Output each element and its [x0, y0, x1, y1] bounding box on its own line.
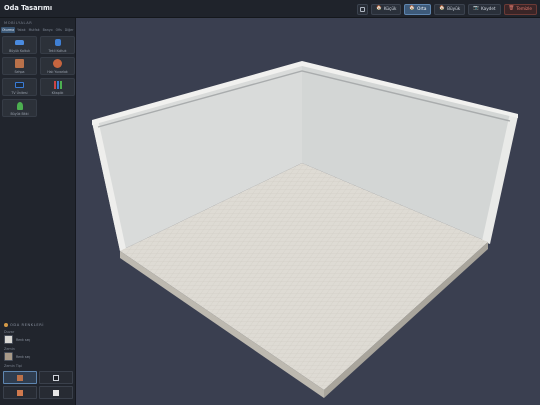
- sidebar: MOBİLYALAR Oturma Yatak Mutfak Banyo Ofi…: [0, 18, 76, 405]
- floor-color-swatch[interactable]: [4, 352, 13, 361]
- plant-icon: [15, 101, 25, 111]
- trash-icon: 🗑: [508, 6, 515, 11]
- floor-label: Zemin: [4, 347, 15, 351]
- texture-dark-option[interactable]: [39, 371, 73, 384]
- wall-color-swatch[interactable]: [4, 335, 13, 344]
- tab-ofis[interactable]: Ofis: [55, 27, 63, 33]
- reset-button[interactable]: 🗑 Temizle: [503, 3, 537, 15]
- tab-banyo[interactable]: Banyo: [42, 27, 54, 33]
- furniture-section-title: MOBİLYALAR: [4, 21, 33, 25]
- save-button[interactable]: 📷 Kaydet: [468, 3, 501, 15]
- wall-color-picker[interactable]: Renk seç: [0, 335, 76, 344]
- furniture-item[interactable]: TV Ünitesi: [2, 78, 37, 96]
- floor-texture-grid: [0, 369, 76, 401]
- save-label: Kaydet: [480, 6, 496, 11]
- tab-mutfak[interactable]: Mutfak: [28, 27, 41, 33]
- size-medium-button[interactable]: 🏠 Orta: [404, 3, 432, 15]
- texture-brick-option[interactable]: [3, 371, 37, 384]
- armchair-icon: [53, 38, 63, 48]
- square-view-button[interactable]: [357, 3, 369, 15]
- square-icon: [360, 6, 366, 12]
- size-small-button[interactable]: 🏠 Küçük: [371, 3, 402, 15]
- brick-swatch: [17, 374, 23, 381]
- furniture-item-label: Büyük Koltuk: [9, 48, 30, 53]
- camera-icon: 📷: [473, 6, 479, 11]
- furniture-item-label: Halı Yuvarlak: [47, 69, 68, 74]
- top-bar: Oda Tasarımı 🏠 Küçük 🏠 Orta 🏠 Büyük 📷 Ka…: [0, 0, 540, 18]
- sofa-icon: [15, 38, 25, 48]
- light-square-swatch: [53, 389, 59, 396]
- size-large-label: Büyük: [447, 6, 461, 11]
- furniture-item[interactable]: Sehpa: [2, 57, 37, 75]
- room-scene: [92, 61, 518, 398]
- floor-color-text: Renk seç: [16, 354, 31, 359]
- palette-icon: [4, 323, 8, 327]
- tab-oturma[interactable]: Oturma: [1, 27, 16, 33]
- wall-color-text: Renk seç: [16, 337, 31, 342]
- app-title: Oda Tasarımı: [4, 4, 53, 12]
- dark-square-swatch: [53, 374, 59, 381]
- size-large-button[interactable]: 🏠 Büyük: [434, 3, 466, 15]
- furniture-item[interactable]: Kitaplık: [40, 78, 75, 96]
- furniture-item[interactable]: Tekli Koltuk: [40, 36, 75, 54]
- furniture-item[interactable]: Büyük Koltuk: [2, 36, 37, 54]
- wall-label: Duvar: [4, 330, 15, 334]
- home-icon: 🏠: [376, 6, 382, 11]
- tab-yatak[interactable]: Yatak: [16, 27, 27, 33]
- texture-tile-option[interactable]: [3, 386, 37, 399]
- books-icon: [53, 80, 63, 90]
- home-icon: 🏠: [409, 6, 416, 11]
- home-icon: 🏠: [439, 6, 446, 11]
- floor-color-picker[interactable]: Renk seç: [0, 352, 76, 361]
- furniture-item-label: Tekli Koltuk: [48, 48, 67, 53]
- rug-icon: [53, 59, 63, 69]
- furniture-item-label: Sehpa: [14, 69, 25, 74]
- furniture-item[interactable]: Büyük Bitki: [2, 99, 37, 117]
- size-medium-label: Orta: [417, 6, 427, 11]
- tv-icon: [15, 80, 25, 90]
- table-icon: [15, 59, 25, 69]
- room-colors-title-text: ODA RENKLERİ: [10, 323, 44, 327]
- size-small-label: Küçük: [383, 6, 397, 11]
- tile-swatch: [17, 389, 23, 396]
- room-colors-panel: ODA RENKLERİ Duvar Renk seç Zemin Renk s…: [0, 323, 76, 401]
- toolbar: 🏠 Küçük 🏠 Orta 🏠 Büyük 📷 Kaydet 🗑 Temizl…: [357, 3, 537, 15]
- furniture-item-label: TV Ünitesi: [11, 90, 28, 95]
- floor-type-label: Zemin Tipi: [4, 364, 22, 368]
- furniture-list: Büyük Koltuk Tekli Koltuk Sehpa Halı Yuv…: [0, 33, 75, 120]
- furniture-item[interactable]: Halı Yuvarlak: [40, 57, 75, 75]
- category-tabs: Oturma Yatak Mutfak Banyo Ofis Diğer: [0, 25, 75, 33]
- texture-light-option[interactable]: [39, 386, 73, 399]
- furniture-item-label: Kitaplık: [51, 90, 64, 95]
- reset-label: Temizle: [516, 6, 532, 11]
- furniture-item-label: Büyük Bitki: [10, 111, 29, 116]
- room-3d-viewport[interactable]: [76, 18, 540, 405]
- tab-diger[interactable]: Diğer: [64, 27, 75, 33]
